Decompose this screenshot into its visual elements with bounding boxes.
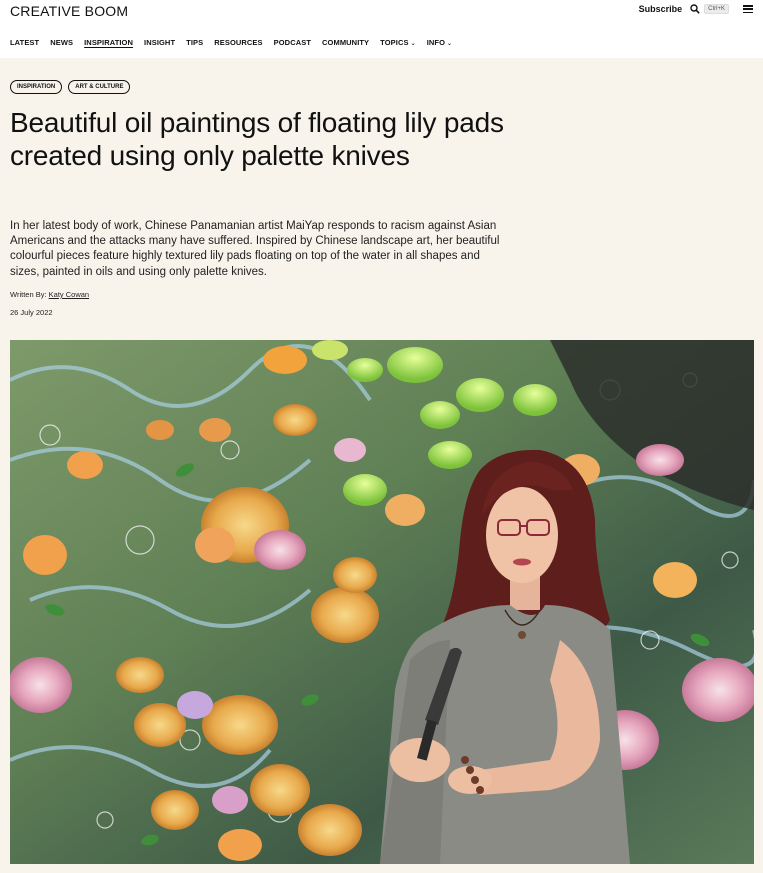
hero-image-artist-with-painting [10, 340, 754, 864]
nav-topics-label: TOPICS [380, 38, 409, 47]
search-button[interactable]: Ctrl+K [690, 4, 729, 14]
header-actions: Subscribe Ctrl+K [639, 4, 753, 14]
article-standfirst: In her latest body of work, Chinese Pana… [10, 220, 500, 278]
nav-info[interactable]: INFO ⌄ [427, 38, 452, 47]
article-byline: Written By: Katy Cowan [10, 290, 89, 299]
nav-info-label: INFO [426, 38, 446, 47]
nav-inspiration[interactable]: INSPIRATION [84, 38, 133, 47]
tag-art-culture[interactable]: ART & CULTURE [68, 80, 131, 94]
nav-topics[interactable]: TOPICS ⌄ [380, 38, 416, 47]
tag-inspiration[interactable]: INSPIRATION [10, 80, 63, 94]
nav-latest[interactable]: LATEST [10, 38, 39, 47]
nav-community[interactable]: COMMUNITY [322, 38, 369, 47]
painting-illustration [10, 340, 754, 864]
search-icon [690, 4, 700, 14]
main-navigation: LATEST NEWS INSPIRATION INSIGHT TIPS RES… [10, 38, 452, 47]
article-tags: INSPIRATION ART & CULTURE [10, 80, 131, 94]
article-date: 26 July 2022 [10, 308, 53, 317]
nav-news[interactable]: NEWS [50, 38, 73, 47]
search-shortcut-hint: Ctrl+K [704, 4, 729, 14]
chevron-down-icon: ⌄ [447, 41, 453, 47]
nav-podcast[interactable]: PODCAST [274, 38, 311, 47]
site-header: CREATIVE BOOM Subscribe Ctrl+K LATEST NE… [0, 0, 763, 58]
byline-prefix: Written By: [10, 290, 47, 299]
chevron-down-icon: ⌄ [410, 41, 416, 47]
subscribe-link[interactable]: Subscribe [639, 4, 683, 14]
author-link[interactable]: Katy Cowan [49, 290, 89, 299]
site-logo[interactable]: CREATIVE BOOM [10, 3, 128, 19]
hamburger-menu-icon[interactable] [743, 5, 753, 13]
nav-insight[interactable]: INSIGHT [144, 38, 175, 47]
article-title: Beautiful oil paintings of floating lily… [10, 107, 504, 171]
nav-resources[interactable]: RESOURCES [214, 38, 262, 47]
article-hero: INSPIRATION ART & CULTURE Beautiful oil … [0, 58, 763, 873]
nav-tips[interactable]: TIPS [186, 38, 203, 47]
